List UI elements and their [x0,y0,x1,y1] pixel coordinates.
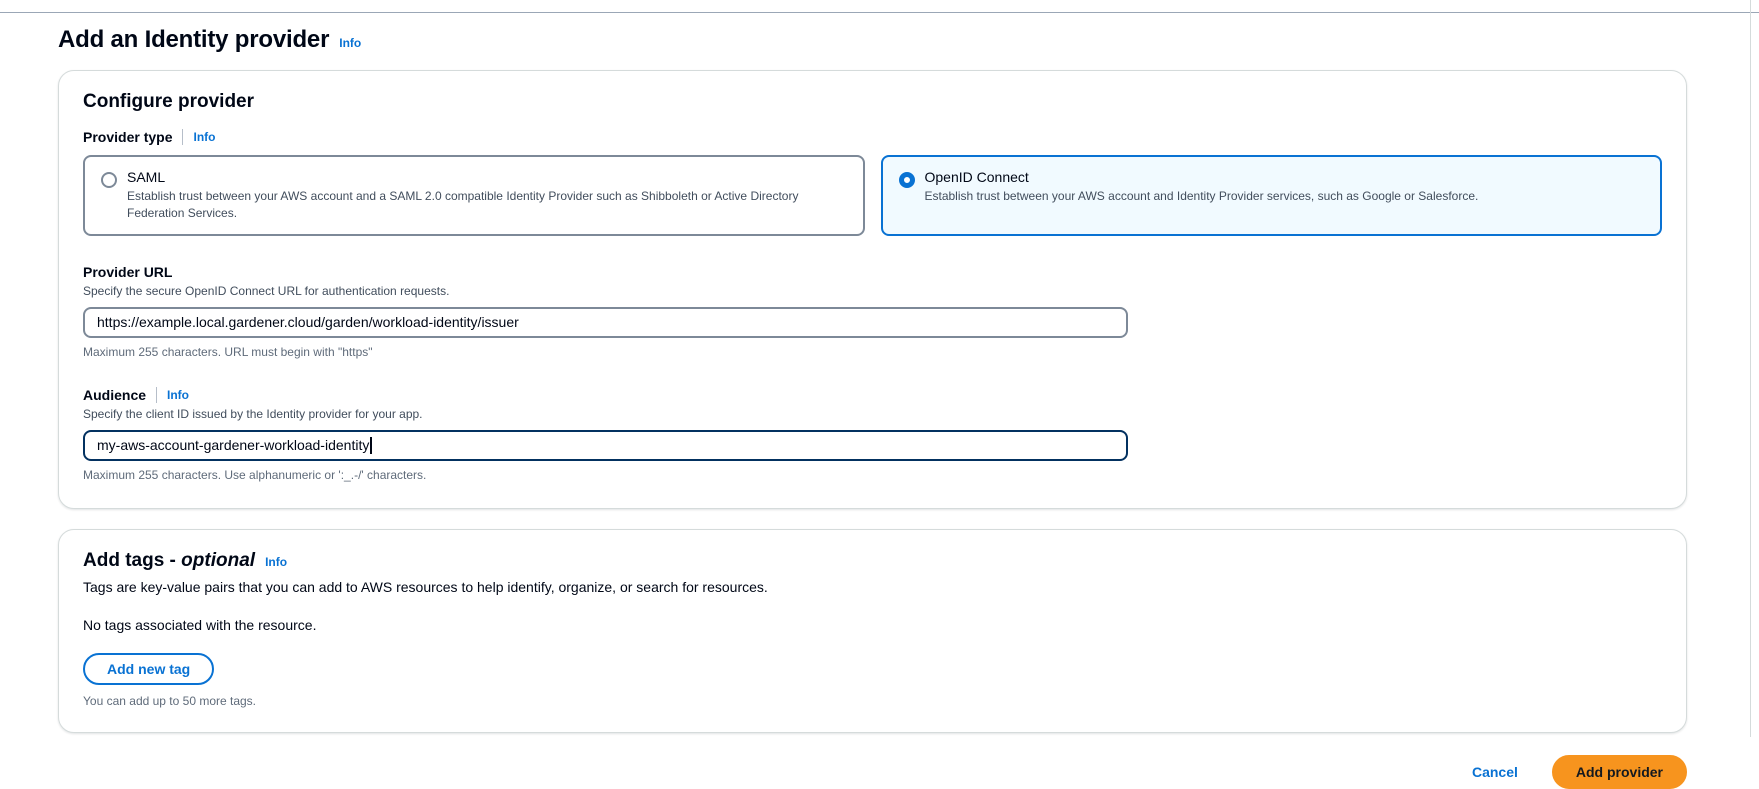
provider-type-label: Provider type [83,129,172,145]
configure-provider-card: Configure provider Provider type Info SA… [58,70,1687,509]
add-tags-description: Tags are key-value pairs that you can ad… [83,579,1662,595]
provider-url-description: Specify the secure OpenID Connect URL fo… [83,284,1662,298]
tile-saml-label: SAML [127,169,847,185]
cancel-button[interactable]: Cancel [1472,764,1518,780]
audience-constraint: Maximum 255 characters. Use alphanumeric… [83,468,1662,482]
no-tags-text: No tags associated with the resource. [83,617,1662,633]
configure-provider-heading: Configure provider [83,91,1662,113]
audience-info-link[interactable]: Info [167,388,189,402]
tags-limit-text: You can add up to 50 more tags. [83,694,1662,708]
add-tags-card: Add tags - optional Info Tags are key-va… [58,529,1687,733]
audience-value: my-aws-account-gardener-workload-identit… [97,437,369,453]
provider-type-label-row: Provider type Info [83,129,1662,145]
add-tags-heading-optional: optional [181,550,255,571]
text-caret [370,437,372,454]
label-divider [182,129,183,145]
tile-saml-description: Establish trust between your AWS account… [127,188,847,222]
provider-type-info-link[interactable]: Info [193,130,215,144]
tile-saml-text: SAML Establish trust between your AWS ac… [127,169,847,222]
provider-url-input[interactable]: https://example.local.gardener.cloud/gar… [83,307,1128,338]
provider-url-constraint: Maximum 255 characters. URL must begin w… [83,345,1662,359]
add-new-tag-button[interactable]: Add new tag [83,653,214,685]
tile-saml[interactable]: SAML Establish trust between your AWS ac… [83,155,865,236]
page-title-info-link[interactable]: Info [339,36,361,50]
provider-url-label: Provider URL [83,264,1662,280]
add-tags-heading-row: Add tags - optional Info [83,550,1662,572]
label-divider [156,387,157,403]
tile-openid-text: OpenID Connect Establish trust between y… [925,169,1479,222]
tile-openid-label: OpenID Connect [925,169,1479,185]
audience-section: Audience Info Specify the client ID issu… [83,387,1662,482]
radio-selected-icon[interactable] [899,172,915,188]
panel-divider [1750,0,1751,737]
add-provider-button[interactable]: Add provider [1552,755,1687,789]
provider-type-tiles: SAML Establish trust between your AWS ac… [83,155,1662,236]
page-title: Add an Identity provider [58,26,329,54]
audience-label: Audience [83,387,146,403]
page-content: Add an Identity provider Info Configure … [58,12,1688,789]
radio-icon[interactable] [101,172,117,188]
audience-label-row: Audience Info [83,387,1662,403]
audience-description: Specify the client ID issued by the Iden… [83,407,1662,421]
audience-input[interactable]: my-aws-account-gardener-workload-identit… [83,430,1128,461]
add-tags-info-link[interactable]: Info [265,555,287,569]
page-header: Add an Identity provider Info [58,26,1688,54]
provider-url-section: Provider URL Specify the secure OpenID C… [83,264,1662,359]
tile-openid-description: Establish trust between your AWS account… [925,188,1479,205]
tile-openid-connect[interactable]: OpenID Connect Establish trust between y… [881,155,1663,236]
form-actions: Cancel Add provider [58,755,1687,789]
add-tags-heading: Add tags - optional [83,550,255,572]
provider-url-value: https://example.local.gardener.cloud/gar… [97,314,519,330]
